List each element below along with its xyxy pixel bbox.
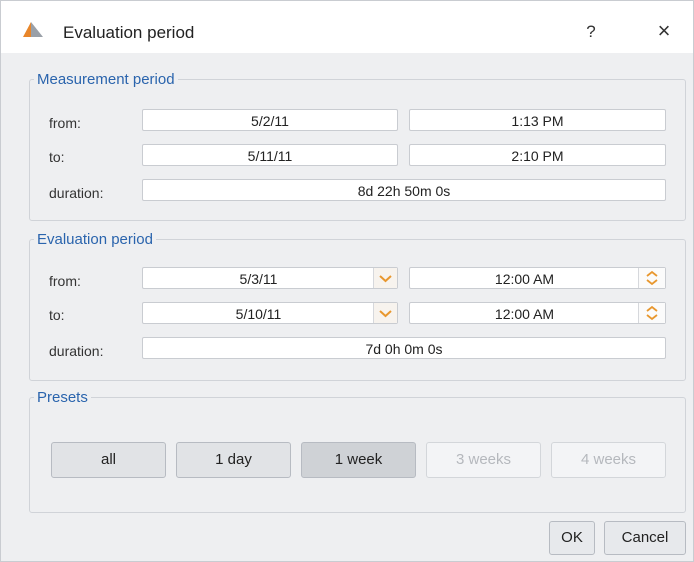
spinner-updown-icon[interactable] [638,303,665,323]
measurement-duration-label: duration: [49,185,104,201]
ok-button[interactable]: OK [549,521,595,555]
help-button[interactable]: ? [579,19,603,45]
evaluation-duration-field: 7d 0h 0m 0s [142,337,666,359]
evaluation-from-label: from: [49,273,81,289]
evaluation-period-legend: Evaluation period [37,231,153,248]
preset-all-button[interactable]: all [51,442,166,478]
measurement-duration-field: 8d 22h 50m 0s [142,179,666,201]
presets-legend: Presets [37,389,88,406]
measurement-from-time-field: 1:13 PM [409,109,666,131]
spinner-updown-icon[interactable] [638,268,665,288]
chevron-down-icon[interactable] [373,268,397,288]
measurement-period-legend: Measurement period [37,71,175,88]
window-title: Evaluation period [63,23,195,42]
triangle-logo-icon [22,21,44,39]
evaluation-to-date-combo[interactable]: 5/10/11 [142,302,398,324]
preset-1-day-button[interactable]: 1 day [176,442,291,478]
measurement-from-date-field: 5/2/11 [142,109,398,131]
measurement-to-label: to: [49,149,65,165]
close-button[interactable]: × [651,17,677,45]
evaluation-from-date-combo[interactable]: 5/3/11 [142,267,398,289]
preset-3-weeks-button: 3 weeks [426,442,541,478]
evaluation-to-time-spinner[interactable]: 12:00 AM [409,302,666,324]
evaluation-duration-label: duration: [49,343,104,359]
preset-1-week-button[interactable]: 1 week [301,442,416,478]
evaluation-period-dialog: Evaluation period ? × Measurement period… [0,0,694,562]
title-bar: Evaluation period ? × [1,1,693,53]
measurement-from-label: from: [49,115,81,131]
cancel-button[interactable]: Cancel [604,521,686,555]
evaluation-from-time-spinner[interactable]: 12:00 AM [409,267,666,289]
measurement-to-date-field: 5/11/11 [142,144,398,166]
measurement-to-time-field: 2:10 PM [409,144,666,166]
chevron-down-icon[interactable] [373,303,397,323]
evaluation-to-label: to: [49,307,65,323]
preset-4-weeks-button: 4 weeks [551,442,666,478]
